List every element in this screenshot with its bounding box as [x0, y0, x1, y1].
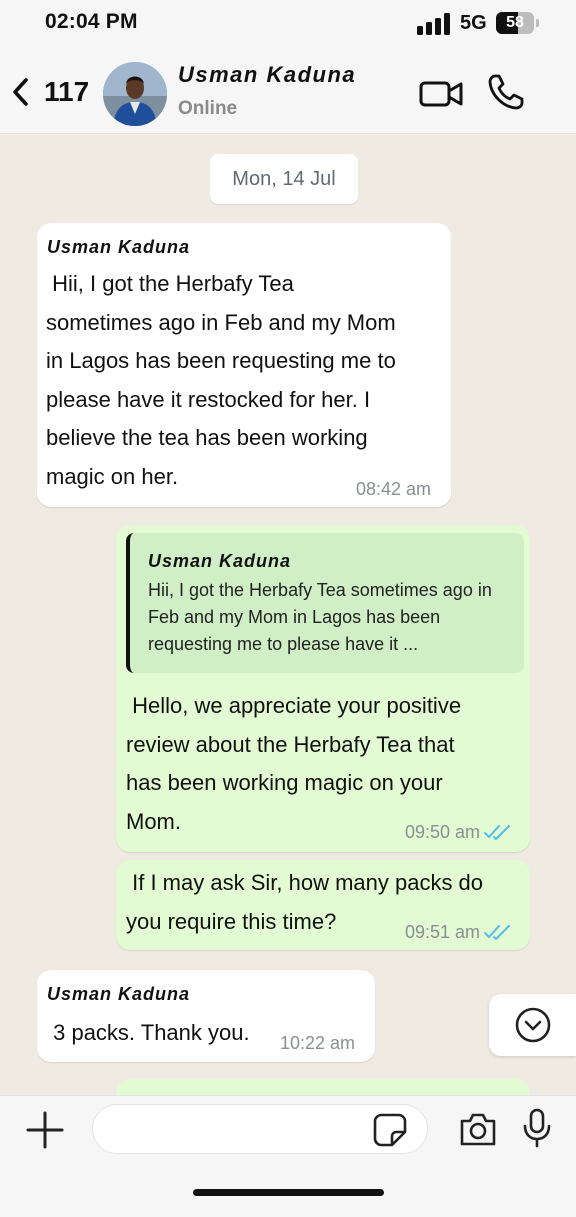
chevron-down-icon — [515, 1007, 550, 1043]
camera-icon[interactable] — [458, 1110, 498, 1148]
message-time-row: 09:51 am — [405, 922, 511, 943]
double-check-icon — [484, 925, 511, 940]
quoted-line: Hii, I got the Herbafy Tea sometimes ago… — [148, 580, 492, 600]
contact-status: Online — [178, 98, 238, 119]
message-time: 10:22 am — [280, 1033, 356, 1053]
contact-name[interactable]: Usman Kaduna — [178, 62, 368, 88]
message-time: 09:50 am — [405, 822, 481, 842]
microphone-icon[interactable] — [522, 1108, 552, 1148]
message-sender: Usman Kaduna — [47, 984, 191, 1004]
video-call-icon[interactable] — [418, 74, 464, 114]
date-chip: Mon, 14 Jul — [210, 154, 358, 204]
message-bubble-outgoing[interactable]: Usman Kaduna Hii, I got the Herbafy Tea … — [116, 525, 530, 852]
quoted-message[interactable]: Usman Kaduna Hii, I got the Herbafy Tea … — [126, 533, 524, 673]
quoted-line: Feb and my Mom in Lagos has been — [148, 607, 441, 627]
unread-count: 117 — [44, 76, 90, 107]
avatar[interactable] — [103, 62, 167, 126]
home-indicator — [193, 1189, 384, 1196]
message-bubble-outgoing[interactable]: If I may ask Sir, how many packs do you … — [116, 860, 530, 950]
back-chevron-icon — [13, 78, 28, 106]
network-type: 5G — [460, 12, 487, 34]
avatar-image — [103, 62, 167, 126]
input-bar — [0, 1095, 576, 1217]
phone-call-icon[interactable] — [486, 72, 526, 112]
message-line: believe the tea has been working — [46, 425, 368, 450]
message-line: If I may ask Sir, how many packs do — [126, 870, 484, 895]
status-bar: 02:04 PM 5G 58 — [0, 0, 576, 50]
battery-tip — [536, 19, 539, 27]
message-line: in Lagos has been requesting me to — [46, 348, 396, 373]
signal-icon — [417, 13, 450, 35]
message-line: review about the Herbafy Tea that — [126, 731, 455, 757]
back-button[interactable]: 117 — [8, 72, 89, 112]
chat-header: 117 Usman Kaduna Online — [0, 50, 576, 134]
quoted-sender: Usman Kaduna — [148, 551, 292, 571]
plus-icon[interactable] — [26, 1111, 64, 1149]
double-check-icon — [484, 825, 511, 840]
sticker-icon[interactable] — [372, 1112, 408, 1148]
battery-level: 58 — [506, 14, 524, 31]
message-bubble-incoming[interactable]: Usman Kaduna 3 packs. Thank you. 10:22 a… — [37, 970, 375, 1062]
battery-icon: 58 — [496, 12, 534, 34]
message-bubble-incoming[interactable]: Usman Kaduna Hii, I got the Herbafy Tea … — [37, 223, 451, 507]
message-line: 3 packs. Thank you. — [47, 1020, 250, 1045]
message-time: 08:42 am — [356, 479, 432, 499]
message-time: 09:51 am — [405, 922, 481, 942]
message-text: 3 packs. Thank you. — [47, 1014, 250, 1053]
chat-area[interactable]: Mon, 14 Jul Usman Kaduna Hii, I got the … — [0, 135, 576, 1095]
quoted-text: Hii, I got the Herbafy Tea sometimes ago… — [148, 577, 520, 658]
message-text: Hello, we appreciate your positive revie… — [126, 687, 526, 841]
message-line: has been working magic on your — [126, 770, 443, 795]
message-text: Hii, I got the Herbafy Tea sometimes ago… — [46, 265, 446, 496]
status-time: 02:04 PM — [45, 10, 138, 33]
message-line: please have it restocked for her. I — [46, 386, 371, 412]
message-line: Hii, I got the Herbafy Tea — [46, 271, 294, 296]
message-line: sometimes ago in Feb and my Mom — [46, 309, 396, 335]
scroll-to-bottom-button[interactable] — [489, 994, 576, 1056]
message-sender: Usman Kaduna — [47, 237, 191, 257]
quoted-line: requesting me to please have it ... — [148, 634, 419, 654]
message-time-row: 09:50 am — [405, 822, 511, 843]
message-bubble-outgoing-partial[interactable] — [116, 1079, 530, 1095]
message-line: Hello, we appreciate your positive — [126, 693, 462, 718]
